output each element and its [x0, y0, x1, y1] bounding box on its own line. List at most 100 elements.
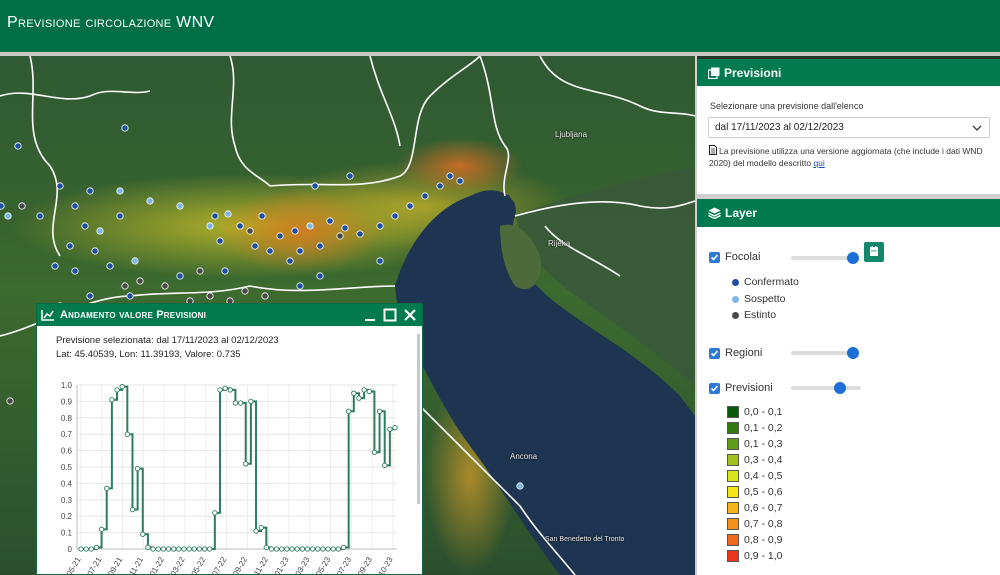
layer-toggle-previsioni[interactable]: Previsioni: [709, 382, 773, 394]
focolaio-point[interactable]: [311, 182, 319, 190]
focolaio-point[interactable]: [296, 247, 304, 255]
focolaio-point[interactable]: [116, 212, 124, 220]
focolaio-point[interactable]: [206, 292, 214, 300]
calendar-icon: [870, 246, 878, 256]
data-point: [129, 506, 136, 513]
scale-label: 0,3 - 0,4: [744, 454, 783, 466]
focolaio-point[interactable]: [66, 242, 74, 250]
focolaio-point[interactable]: [421, 192, 429, 200]
focolaio-point[interactable]: [258, 212, 266, 220]
focolaio-point[interactable]: [206, 222, 214, 230]
y-tick-label: 0.8: [61, 414, 73, 423]
opacity-slider-previsioni[interactable]: [791, 386, 861, 390]
chart-popup[interactable]: Andamento valore Previsioni Previsione s…: [36, 303, 423, 575]
layer-toggle-focolai[interactable]: Focolai: [709, 251, 760, 263]
checkbox-previsioni[interactable]: [709, 382, 720, 394]
maximize-icon[interactable]: [383, 308, 397, 322]
focolaio-point[interactable]: [326, 217, 334, 225]
focolaio-point[interactable]: [241, 287, 249, 295]
focolaio-point[interactable]: [316, 272, 324, 280]
focolaio-point[interactable]: [356, 230, 364, 238]
focolaio-point[interactable]: [51, 262, 59, 270]
focolaio-point[interactable]: [216, 237, 224, 245]
focolaio-point[interactable]: [276, 232, 284, 240]
focolaio-point[interactable]: [6, 397, 14, 405]
focolaio-point[interactable]: [91, 247, 99, 255]
focolaio-point[interactable]: [376, 222, 384, 230]
focolaio-point[interactable]: [131, 257, 139, 265]
focolaio-point[interactable]: [316, 242, 324, 250]
popup-scrollbar[interactable]: [417, 334, 420, 504]
focolaio-point[interactable]: [341, 224, 349, 232]
opacity-slider-thumb-regioni[interactable]: [847, 347, 859, 359]
focolaio-point[interactable]: [121, 124, 129, 132]
focolaio-point[interactable]: [161, 282, 169, 290]
scale-label: 0,4 - 0,5: [744, 470, 783, 482]
focolaio-point[interactable]: [196, 267, 204, 275]
focolaio-point[interactable]: [176, 202, 184, 210]
focolaio-point[interactable]: [136, 277, 144, 285]
focolaio-point[interactable]: [18, 202, 26, 210]
focolaio-point[interactable]: [291, 227, 299, 235]
focolaio-point[interactable]: [251, 242, 259, 250]
data-point: [382, 462, 388, 469]
focolaio-point[interactable]: [296, 282, 304, 290]
data-point: [248, 398, 254, 405]
minimize-icon[interactable]: [363, 308, 377, 322]
forecast-trend-chart[interactable]: 1.00.90.80.70.60.50.40.30.20.1005-21 07-2…: [37, 364, 422, 575]
chart-popup-header[interactable]: Andamento valore Previsioni: [37, 304, 422, 326]
focolaio-point[interactable]: [56, 182, 64, 190]
focolaio-point[interactable]: [436, 182, 444, 190]
focolaio-point[interactable]: [106, 262, 114, 270]
focolaio-point[interactable]: [4, 212, 12, 220]
focolaio-point[interactable]: [146, 197, 154, 205]
data-point: [217, 387, 223, 393]
opacity-slider-thumb-previsioni[interactable]: [834, 382, 846, 394]
focolaio-point[interactable]: [121, 282, 129, 290]
calendar-button[interactable]: [864, 242, 884, 262]
focolaio-point[interactable]: [86, 292, 94, 300]
layer-toggle-regioni[interactable]: Regioni: [709, 347, 762, 359]
focolaio-point[interactable]: [224, 210, 232, 218]
scale-item: 0,5 - 0,6: [727, 486, 783, 498]
focolaio-point[interactable]: [176, 272, 184, 280]
focolaio-point[interactable]: [286, 257, 294, 265]
focolaio-point[interactable]: [126, 292, 134, 300]
focolaio-point[interactable]: [446, 172, 454, 180]
focolaio-point[interactable]: [516, 482, 524, 490]
y-tick-label: 0.9: [61, 397, 73, 406]
focolaio-point[interactable]: [246, 227, 254, 235]
focolaio-point[interactable]: [81, 222, 89, 230]
focolaio-point[interactable]: [336, 232, 344, 240]
model-description-link[interactable]: qui: [813, 158, 824, 168]
focolaio-point[interactable]: [376, 257, 384, 265]
checkbox-focolai[interactable]: [709, 251, 720, 263]
focolaio-point[interactable]: [221, 267, 229, 275]
focolaio-point[interactable]: [236, 222, 244, 230]
focolaio-point[interactable]: [86, 187, 94, 195]
focolaio-point[interactable]: [71, 202, 79, 210]
focolaio-point[interactable]: [36, 212, 44, 220]
focolaio-point[interactable]: [456, 177, 464, 185]
focolaio-point[interactable]: [406, 202, 414, 210]
focolaio-point[interactable]: [346, 172, 354, 180]
focolaio-point[interactable]: [261, 292, 269, 300]
layer-name-focolai: Focolai: [725, 251, 761, 263]
focolaio-point[interactable]: [14, 142, 22, 150]
data-point: [356, 395, 362, 401]
forecast-select[interactable]: dal 17/11/2023 al 02/12/2023: [708, 117, 990, 138]
focolaio-point[interactable]: [266, 247, 274, 255]
scale-swatch: [727, 518, 739, 530]
focolaio-point[interactable]: [96, 227, 104, 235]
close-icon[interactable]: [403, 308, 417, 322]
data-point: [315, 546, 321, 552]
focolaio-point[interactable]: [0, 202, 5, 210]
opacity-slider-thumb-focolai[interactable]: [847, 252, 859, 264]
checkbox-regioni[interactable]: [709, 347, 720, 359]
focolaio-point[interactable]: [306, 222, 314, 230]
focolaio-point[interactable]: [116, 187, 124, 195]
focolaio-point[interactable]: [211, 212, 219, 220]
focolaio-point[interactable]: [391, 212, 399, 220]
focolaio-point[interactable]: [71, 267, 79, 275]
scale-swatch: [727, 550, 739, 562]
